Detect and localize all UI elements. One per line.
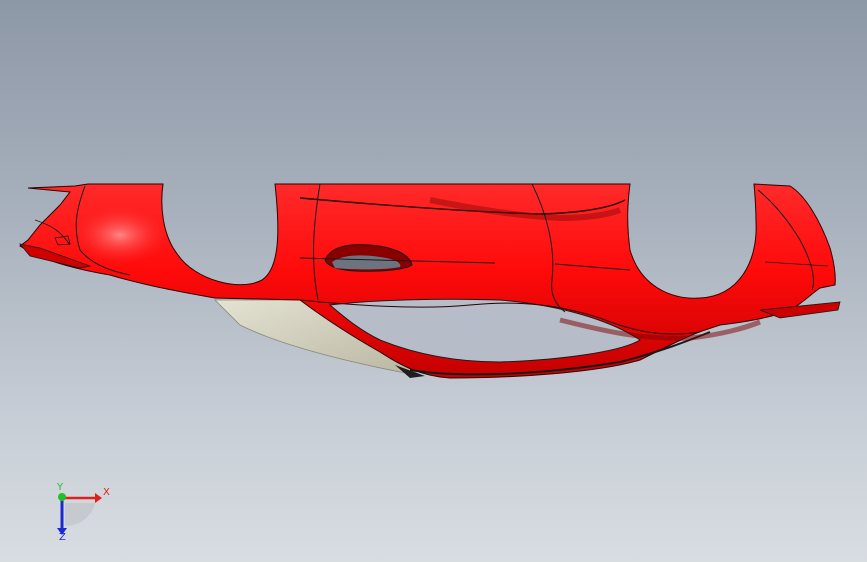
front-fender-highlight [70, 205, 170, 265]
x-axis-arrowhead [95, 493, 102, 503]
car-body-model[interactable] [0, 0, 867, 562]
graphics-viewport[interactable]: X Y Z [0, 0, 867, 562]
x-axis-label: X [103, 487, 110, 498]
z-axis-label: Z [59, 532, 66, 543]
triad-shadow [65, 503, 95, 527]
y-axis-dot [58, 493, 66, 501]
y-axis-label: Y [57, 482, 64, 493]
